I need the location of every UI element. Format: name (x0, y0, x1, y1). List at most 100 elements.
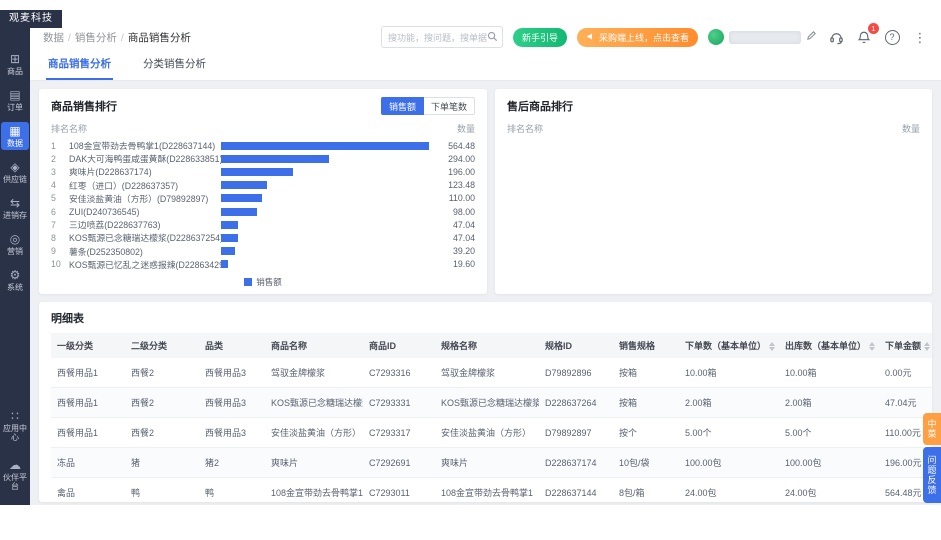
chart-bar (221, 208, 257, 216)
chart-value: 47.04 (429, 220, 475, 230)
sidebar-item-orders[interactable]: ▤订单 (1, 86, 29, 114)
column-header[interactable]: 出库数（基本单位） (779, 333, 879, 358)
sidebar-bottom-menu: ∷应用中心 ☁伙伴平台 (1, 407, 29, 493)
chart-item-name: ZUI(D240736545) (69, 207, 221, 217)
search-input[interactable]: 搜功能，搜问题，搜单据 (381, 26, 503, 48)
table-cell: 安佳淡盐黄油（方形） (435, 418, 539, 448)
promo-button[interactable]: 采购端上线，点击查看 (577, 28, 698, 47)
user-name-redacted (729, 31, 801, 44)
table-cell: C7293316 (363, 358, 435, 388)
metric-toggle-button[interactable]: 销售额 (381, 97, 424, 115)
chart-bar-track (221, 234, 429, 242)
detail-table: 一级分类二级分类品类商品名称商品ID规格名称规格ID销售规格下单数（基本单位）出… (51, 333, 932, 502)
table-cell: C7293011 (363, 478, 435, 503)
table-cell: 驾驭金牌檬浆 (265, 358, 363, 388)
chart-bar-track (221, 181, 429, 189)
chart-rank: 8 (51, 233, 69, 243)
sort-icon[interactable] (869, 342, 875, 351)
chart-row: 9薯条(D252350802)39.20 (51, 245, 475, 258)
chart-value: 196.00 (429, 167, 475, 177)
chart-row: 3爽味片(D228637174)196.00 (51, 165, 475, 178)
chart-row: 4红枣（进口）(D228637357) 123.48 (51, 179, 475, 192)
chart-bar-track (221, 194, 429, 202)
main-content: 商品销售排行 销售额下单笔数 排名 名称 数量 1108金宣带劲去骨鸭掌1(D2… (30, 81, 941, 505)
sort-icon[interactable] (924, 342, 930, 351)
table-cell: 西餐用品3 (199, 388, 265, 418)
sidebar: ⊞商品 ▤订单 ▦数据 ◈供应链 ⇆进销存 ◎营销 ⚙系统 ∷应用中心 ☁伙伴平台 (0, 10, 30, 505)
chart-row: 6ZUI(D240736545)98.00 (51, 205, 475, 218)
chart-value: 294.00 (429, 154, 475, 164)
chart-bar-track (221, 260, 429, 268)
chart-item-name: 红枣（进口）(D228637357) (69, 179, 221, 192)
table-cell: 西餐2 (125, 358, 199, 388)
table-cell: 10.00箱 (679, 358, 779, 388)
breadcrumb-item[interactable]: 销售分析 (75, 32, 117, 44)
more-menu-icon[interactable]: ⋮ (911, 28, 929, 46)
chart-rank: 10 (51, 259, 69, 269)
table-cell: 100.00包 (679, 448, 779, 478)
table-cell: 西餐2 (125, 388, 199, 418)
chart-rank: 5 (51, 193, 69, 203)
chart-value: 47.04 (429, 233, 475, 243)
sidebar-item-system[interactable]: ⚙系统 (1, 266, 29, 294)
table-cell: 西餐用品3 (199, 358, 265, 388)
table-row: 西餐用品1西餐2西餐用品3KOS甄源已念糖瑞达檬浆C7293331KOS甄源已念… (51, 388, 932, 418)
guide-button[interactable]: 新手引导 (513, 28, 567, 47)
metric-toggle-button[interactable]: 下单笔数 (424, 97, 475, 115)
legend-swatch (244, 278, 252, 286)
sidebar-item-data[interactable]: ▦数据 (1, 122, 29, 150)
search-placeholder: 搜功能，搜问题，搜单据 (388, 31, 487, 44)
chart-bar (221, 234, 238, 242)
tab-分类销售分析[interactable]: 分类销售分析 (141, 56, 208, 80)
table-cell: 爽味片 (435, 448, 539, 478)
table-cell: 8包/箱 (613, 478, 679, 503)
table-cell: 24.00包 (779, 478, 879, 503)
notification-bell-icon[interactable]: 1 (855, 28, 873, 46)
sidebar-item-products[interactable]: ⊞商品 (1, 50, 29, 78)
table-cell: D228637144 (539, 478, 613, 503)
edit-pencil-icon[interactable] (806, 28, 817, 46)
table-cell: C7293331 (363, 388, 435, 418)
table-cell: 24.00包 (679, 478, 779, 503)
help-icon[interactable]: ? (883, 28, 901, 46)
chart-row: 8KOS甄源已念糖瑞达檬浆(D228637254) 47.04 (51, 231, 475, 244)
sidebar-item-partner-platform[interactable]: ☁伙伴平台 (1, 456, 29, 493)
table-cell: 西餐2 (125, 418, 199, 448)
sidebar-item-app-center[interactable]: ∷应用中心 (1, 407, 29, 444)
chart-rank: 4 (51, 180, 69, 190)
chart-value: 123.48 (429, 180, 475, 190)
chart-bar (221, 142, 429, 150)
in-out-stock-icon: ⇆ (10, 197, 20, 210)
after-sale-title: 售后商品排行 (507, 98, 573, 114)
table-cell: 驾驭金牌檬浆 (435, 358, 539, 388)
floating-tab-feedback[interactable]: 问题反馈 (923, 447, 941, 503)
sidebar-item-marketing[interactable]: ◎营销 (1, 230, 29, 258)
supply-chain-icon: ◈ (10, 161, 19, 174)
sort-icon[interactable] (769, 342, 775, 351)
support-headset-icon[interactable] (827, 28, 845, 46)
account-menu[interactable] (708, 28, 817, 46)
sidebar-item-inventory[interactable]: ⇆进销存 (1, 194, 29, 222)
sidebar-item-label: 进销存 (2, 211, 29, 220)
table-cell: 禽品 (51, 478, 125, 503)
floating-tab-meal[interactable]: 中菜 (923, 413, 941, 445)
breadcrumb-item[interactable]: 数据 (43, 32, 64, 44)
chart-item-name: KOS甄源已念糖瑞达檬浆(D228637254) (69, 231, 221, 244)
table-cell: 猪 (125, 448, 199, 478)
table-cell: D228637264 (539, 388, 613, 418)
chart-rank: 6 (51, 207, 69, 217)
chart-item-name: 爽味片(D228637174) (69, 165, 221, 178)
table-cell: 10包/袋 (613, 448, 679, 478)
table-cell: 0.00元 (879, 358, 932, 388)
chart-bar-track (221, 155, 429, 163)
sidebar-item-supply-chain[interactable]: ◈供应链 (1, 158, 29, 186)
tab-商品销售分析[interactable]: 商品销售分析 (46, 56, 113, 80)
chart-bar-track (221, 208, 429, 216)
table-cell: 鸭 (199, 478, 265, 503)
table-cell: KOS甄源已念糖瑞达檬浆 (435, 388, 539, 418)
chart-bar (221, 260, 228, 268)
column-header[interactable]: 下单金额 (879, 333, 932, 358)
column-header[interactable]: 下单数（基本单位） (679, 333, 779, 358)
chart-value: 39.20 (429, 246, 475, 256)
column-header: 二级分类 (125, 333, 199, 358)
